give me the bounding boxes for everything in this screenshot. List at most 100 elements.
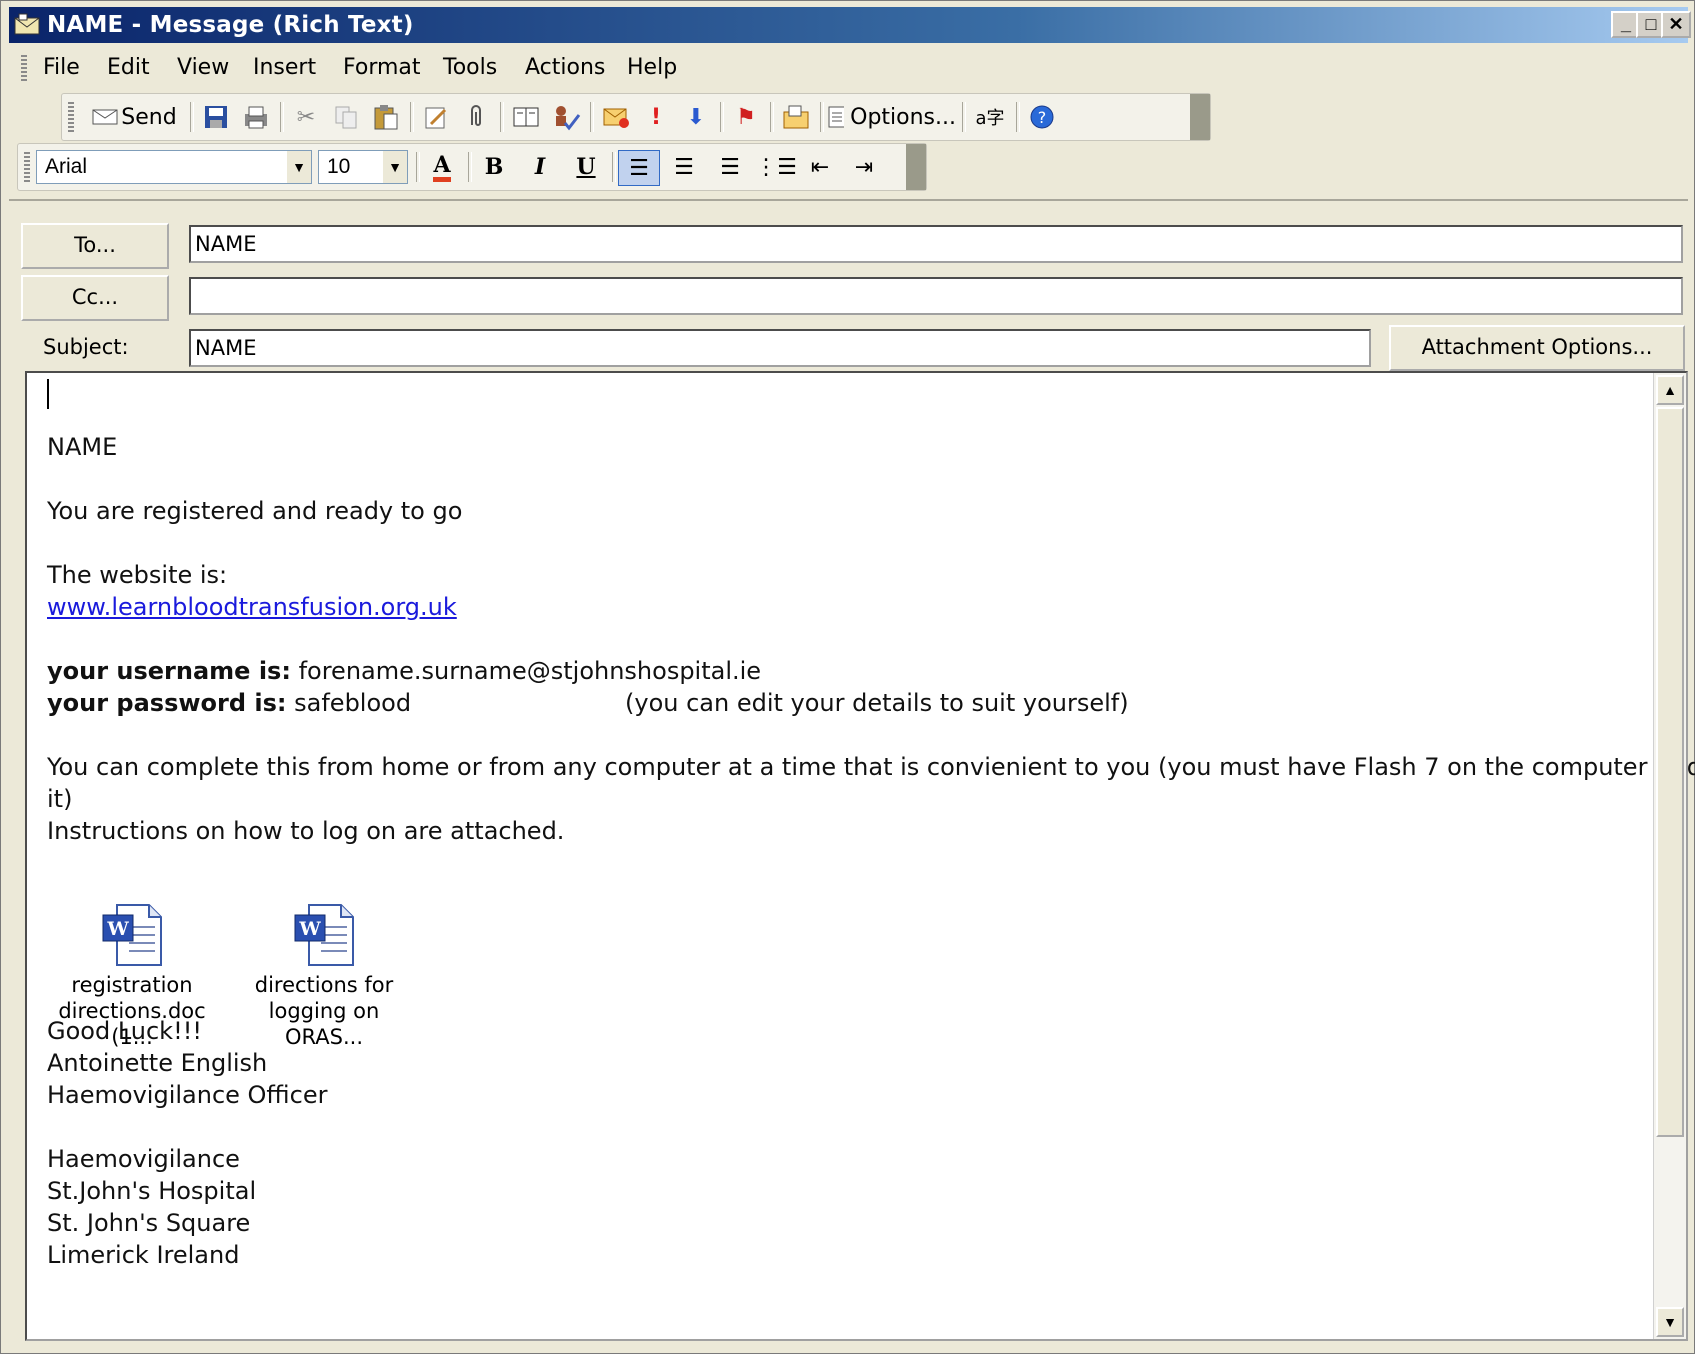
cut-button[interactable]: ✂ [288,100,324,134]
attachment-directions[interactable]: W directions for logging on ORAS... [229,903,419,1050]
toolbar-grip[interactable] [24,152,30,182]
increase-indent-button[interactable]: ⇥ [844,150,884,184]
help-button[interactable]: ? [1024,100,1060,134]
complete-line: You can complete this from home or from … [47,753,1695,781]
scroll-up-arrow-icon[interactable]: ▲ [1656,375,1684,405]
underline-icon: U [576,154,596,180]
signature-button[interactable] [418,100,454,134]
greeting: NAME [47,433,118,461]
send-button[interactable]: Send [84,100,184,134]
menu-format[interactable]: Format [343,55,421,80]
to-field[interactable]: NAME [189,225,1683,263]
scrollbar-thumb[interactable] [1656,407,1684,1137]
password-label: your password is: [47,689,287,717]
toolbar-separator [770,102,774,132]
message-header-area: To... NAME Cc... Subject: NAME Attachmen… [9,199,1695,1347]
check-names-button[interactable] [548,100,584,134]
underline-button[interactable]: U [568,150,604,184]
toolbar-separator [190,102,194,132]
toolbar-separator [416,152,420,182]
website-link[interactable]: www.learnbloodtransfusion.org.uk [47,593,457,621]
title-bar[interactable]: NAME - Message (Rich Text) _ □ ✕ [9,7,1691,43]
vertical-scrollbar[interactable]: ▲ ▼ [1653,373,1686,1339]
create-rule-button[interactable] [778,100,814,134]
italic-button[interactable]: I [522,150,558,184]
font-size-value: 10 [327,155,351,178]
signoff-title: Haemovigilance Officer [47,1081,328,1109]
scroll-down-arrow-icon[interactable]: ▼ [1656,1307,1684,1337]
menubar-grip[interactable] [21,55,27,81]
toolbar-separator [280,102,284,132]
align-center-icon: ☰ [674,154,694,180]
close-button[interactable]: ✕ [1661,11,1691,38]
chevron-down-icon: ▼ [383,151,407,183]
menu-actions[interactable]: Actions [525,55,605,80]
message-body[interactable]: NAME You are registered and ready to go … [25,371,1695,1341]
formatting-toolbar: Arial ▼ 10 ▼ A B I U ☰ ☰ ☰ ⋮☰ ⇤ ⇥ [17,143,927,191]
username-line: your username is: forename.surname@stjoh… [47,657,761,685]
attachment-name-line2: logging on ORAS... [268,999,380,1049]
toolbar-separator [962,102,966,132]
importance-high-button[interactable]: ! [638,100,674,134]
options-document-icon [828,106,845,128]
signoff-good-luck: Good Luck!!! [47,1017,202,1045]
toolbar-overflow-chevron[interactable] [1190,94,1210,140]
align-right-button[interactable]: ☰ [710,150,750,184]
bullets-button[interactable]: ⋮☰ [755,150,797,184]
decrease-indent-button[interactable]: ⇤ [800,150,840,184]
cc-button[interactable]: Cc... [21,275,169,321]
language-button[interactable]: a字 [970,100,1010,134]
copy-button[interactable] [328,100,364,134]
menu-view[interactable]: View [177,55,229,80]
translate-icon: a字 [975,108,1005,129]
address-book-button[interactable] [508,100,544,134]
text-cursor [47,379,49,409]
to-button[interactable]: To... [21,223,169,269]
down-arrow-icon: ⬇ [686,104,706,130]
svg-text:W: W [298,918,321,940]
menu-edit[interactable]: Edit [107,55,150,80]
save-button[interactable] [198,100,234,134]
edit-details-note: (you can edit your details to suit yours… [625,689,1129,717]
print-button[interactable] [238,100,274,134]
envelope-app-icon [14,13,40,35]
toolbar-separator [1016,102,1020,132]
complete-line-cont: it) [47,785,73,813]
toolbar-separator [500,102,504,132]
attachment-name-line1: registration [71,973,193,997]
font-name-select[interactable]: Arial ▼ [36,150,312,184]
toolbar-separator [410,102,414,132]
follow-up-button[interactable]: ⚑ [728,100,764,134]
cc-field[interactable] [189,277,1683,315]
toolbar-overflow-chevron[interactable] [906,144,926,190]
address-line-2: St.John's Hospital [47,1177,257,1205]
permission-button[interactable] [598,100,634,134]
toolbar-separator [612,152,616,182]
align-center-button[interactable]: ☰ [664,150,704,184]
menu-tools[interactable]: Tools [443,55,497,80]
pen-paper-icon [425,107,447,129]
align-left-button[interactable]: ☰ [618,150,660,186]
menu-file[interactable]: File [43,55,80,80]
importance-low-button[interactable]: ⬇ [678,100,714,134]
align-right-icon: ☰ [720,154,740,180]
font-color-button[interactable]: A [422,150,462,184]
help-icon: ? [1030,105,1054,129]
attach-file-button[interactable] [458,100,494,134]
align-left-icon: ☰ [629,155,649,181]
toolbar-separator [820,102,824,132]
toolbar-grip[interactable] [68,102,74,132]
bold-button[interactable]: B [476,150,512,184]
flag-icon: ⚑ [736,104,756,130]
menu-insert[interactable]: Insert [253,55,316,80]
menu-help[interactable]: Help [627,55,677,80]
attachment-options-button[interactable]: Attachment Options... [1389,325,1685,371]
window-title: NAME - Message (Rich Text) [47,12,414,38]
word-document-icon: W [294,904,354,966]
subject-field[interactable]: NAME [189,329,1371,367]
paste-button[interactable] [368,100,404,134]
options-button[interactable]: Options... [826,100,956,134]
font-name-value: Arial [45,155,88,178]
send-icon [92,109,118,125]
font-size-select[interactable]: 10 ▼ [318,150,408,184]
